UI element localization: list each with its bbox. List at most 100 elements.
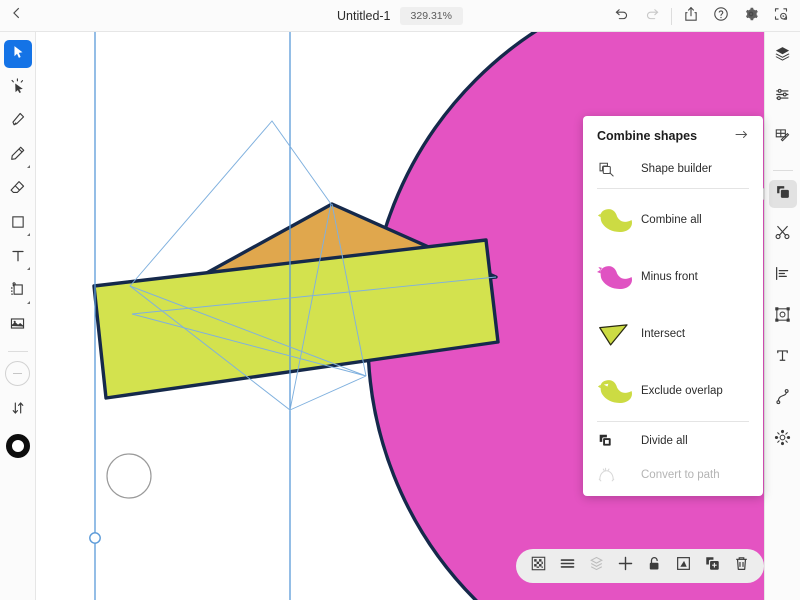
align-button[interactable] (769, 262, 797, 290)
combine-shapes-icon (775, 184, 791, 205)
path-button[interactable] (769, 385, 797, 413)
intersect-item[interactable]: Intersect (583, 305, 763, 362)
exclude-overlap-item[interactable]: Exclude overlap (583, 362, 763, 419)
trash-icon (733, 555, 750, 577)
text-tool[interactable] (4, 244, 32, 272)
exclude-overlap-label: Exclude overlap (641, 384, 723, 397)
bird-magenta-icon (597, 262, 641, 292)
zoom-level-badge[interactable]: 329.31% (399, 7, 463, 25)
layers-panel-button[interactable] (769, 42, 797, 70)
rectangle-tool[interactable] (4, 210, 32, 238)
checkerboard-icon (530, 555, 547, 577)
pencil-icon (9, 145, 26, 167)
stroke-swatch[interactable] (5, 361, 30, 386)
layers-icon (774, 45, 791, 67)
bird-green-hole-icon (597, 376, 641, 406)
stroke-dash-icon (13, 372, 22, 375)
transform-tool[interactable] (4, 278, 32, 306)
share-button[interactable] (676, 0, 706, 32)
cursor-arrow-icon (10, 44, 26, 65)
grid-ruler-icon (774, 127, 791, 149)
preview-button[interactable] (766, 0, 796, 32)
tool-options-corner-icon (26, 301, 30, 304)
tool-options-corner-icon (26, 165, 30, 168)
lock-button[interactable] (642, 554, 667, 579)
arrow-right-icon[interactable] (734, 128, 749, 143)
direct-select-tool[interactable] (4, 74, 32, 102)
toolbar-divider (671, 7, 672, 25)
options-menu-button[interactable] (555, 554, 580, 579)
move-button[interactable] (613, 554, 638, 579)
eraser-icon (9, 179, 26, 201)
page-title[interactable]: Untitled-1 (337, 9, 391, 23)
properties-panel-button[interactable] (769, 83, 797, 111)
share-export-icon (683, 6, 699, 27)
triangle-green-icon (597, 319, 641, 349)
scissors-button[interactable] (769, 221, 797, 249)
divide-all-item[interactable]: Divide all (583, 424, 763, 458)
top-actions-group (607, 0, 796, 32)
delete-button[interactable] (729, 554, 754, 579)
shape-builder-label: Shape builder (641, 163, 712, 175)
grid-panel-button[interactable] (769, 124, 797, 152)
pen-tool[interactable] (4, 108, 32, 136)
duplicate-plus-icon (704, 555, 721, 577)
help-button[interactable] (706, 0, 736, 32)
path-node-icon (774, 388, 791, 410)
redo-button[interactable] (637, 0, 667, 32)
duplicate-button[interactable] (700, 554, 725, 579)
shape-builder-item[interactable]: Shape builder (583, 152, 763, 186)
mask-icon (675, 555, 692, 577)
intersect-label: Intersect (641, 327, 686, 340)
top-bar: Untitled-1 329.31% (0, 0, 800, 32)
popover-header: Combine shapes (583, 120, 763, 152)
back-button[interactable] (0, 0, 34, 32)
preview-playback-icon (773, 6, 789, 27)
settings-panel-button[interactable] (769, 426, 797, 454)
transparency-button[interactable] (526, 554, 551, 579)
toolbar-divider (772, 170, 793, 171)
group-button[interactable] (584, 554, 609, 579)
text-properties-button[interactable] (769, 344, 797, 372)
gear-icon (743, 6, 759, 27)
shape-builder-icon (597, 160, 641, 179)
image-icon (9, 315, 26, 337)
transform-panel-button[interactable] (769, 303, 797, 331)
transform-box-icon (774, 306, 791, 328)
combine-shapes-button[interactable] (756, 180, 797, 208)
left-toolbar (0, 32, 36, 600)
text-t-icon (10, 248, 26, 269)
magic-select-icon (9, 77, 26, 99)
gray-circle-shape[interactable] (106, 453, 152, 499)
guide-handle[interactable] (89, 532, 101, 544)
popover-title: Combine shapes (597, 128, 698, 143)
arrange-updown-icon (10, 400, 26, 421)
undo-button[interactable] (607, 0, 637, 32)
convert-to-path-item[interactable]: Convert to path (583, 458, 763, 492)
right-toolbar (756, 32, 800, 600)
tool-options-corner-icon (26, 233, 30, 236)
gear-settings-icon (774, 429, 791, 451)
fill-swatch[interactable] (5, 434, 30, 458)
image-tool[interactable] (4, 312, 32, 340)
unlock-icon (646, 555, 663, 577)
chevron-left-icon (10, 6, 24, 25)
shape-transform-icon (9, 281, 26, 303)
move-cross-icon (617, 555, 634, 577)
mask-button[interactable] (671, 554, 696, 579)
minus-front-label: Minus front (641, 270, 698, 283)
align-icon (774, 265, 791, 287)
undo-icon (614, 6, 630, 27)
settings-button[interactable] (736, 0, 766, 32)
pencil-tool[interactable] (4, 142, 32, 170)
combine-all-item[interactable]: Combine all (583, 191, 763, 248)
group-stack-icon (588, 555, 605, 577)
pen-icon (9, 111, 26, 133)
divide-all-icon (597, 432, 641, 450)
minus-front-item[interactable]: Minus front (583, 248, 763, 305)
select-tool[interactable] (3, 40, 32, 68)
text-properties-icon (774, 347, 791, 369)
arrange-button[interactable] (4, 396, 32, 424)
eraser-tool[interactable] (4, 176, 32, 204)
bottom-toolbar (516, 549, 764, 583)
